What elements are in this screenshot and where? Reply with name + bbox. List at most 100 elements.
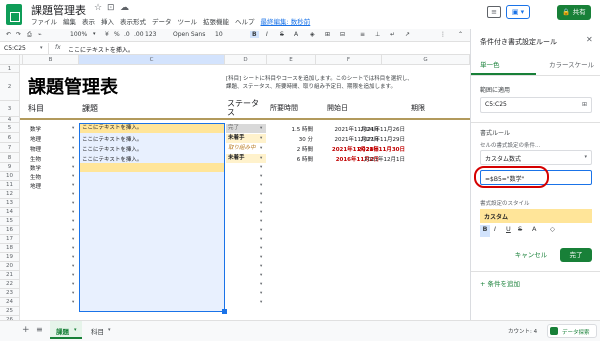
share-button[interactable]: 🔒 共有 [557,5,591,20]
increase-decimal-button[interactable]: .00 [134,31,144,38]
subject-dropdown-icon[interactable]: ▾ [72,126,74,131]
style-bold-button[interactable]: B [480,225,490,237]
subject-dropdown-icon[interactable]: ▾ [72,273,74,278]
status-dropdown-icon[interactable]: ▾ [260,156,262,161]
tab-color-scale[interactable]: カラースケール [549,59,594,69]
vertical-align-icon[interactable]: ⊥ [375,31,380,38]
font-select[interactable]: Open Sans [173,31,205,38]
header-status[interactable]: ステータス [227,99,261,117]
header-task[interactable]: 課題 [82,103,98,114]
select-all-corner[interactable] [0,55,20,65]
sheet-title[interactable]: 課題管理表 [28,73,118,99]
menu-edit[interactable]: 編集 [63,16,76,26]
subject-dropdown-icon[interactable]: ▾ [72,174,74,179]
row-header[interactable]: 2 [0,73,20,101]
status-dropdown-icon[interactable]: ▾ [260,126,262,131]
fill-color-icon[interactable]: ◈ [310,31,315,38]
decrease-decimal-button[interactable]: .0 [124,31,130,38]
row-header[interactable]: 5 [0,123,20,133]
cancel-button[interactable]: キャンセル [509,248,553,262]
text-wrap-icon[interactable]: ↵ [390,31,395,38]
zoom-select[interactable]: 100% [70,31,87,38]
status-dropdown-icon[interactable]: ▾ [260,136,262,141]
due-date-cell[interactable]: 2021年12月1日 [355,155,405,163]
collapse-toolbar-icon[interactable]: ⌃ [458,31,463,38]
strikethrough-button[interactable]: S [280,31,284,38]
subject-dropdown-icon[interactable]: ▾ [72,146,74,151]
subject-dropdown-icon[interactable]: ▾ [72,136,74,141]
status-dropdown-icon[interactable]: ▾ [260,300,262,305]
task-cell[interactable]: ここにテキストを挿入。 [82,145,142,153]
spreadsheet-grid[interactable]: B C D E F G 1 2 3 4 5 6 7 8 9 10 11 12 1… [0,55,470,320]
status-dropdown-icon[interactable]: ▾ [260,282,262,287]
range-input[interactable]: C5:C25 ⊞ [480,97,592,113]
menu-view[interactable]: 表示 [82,16,95,26]
subject-cell[interactable]: 物理 [30,145,41,153]
row-header[interactable]: 1 [0,65,20,73]
row-header[interactable]: 21 [0,271,20,280]
task-cell[interactable]: ここにテキストを挿入。 [82,155,142,163]
row-header[interactable]: 14 [0,208,20,217]
style-italic-button[interactable]: I [494,225,496,233]
column-header-d[interactable]: D [225,55,267,65]
status-dropdown-icon[interactable]: ▾ [260,237,262,242]
subject-dropdown-icon[interactable]: ▾ [72,228,74,233]
column-header-b[interactable]: B [23,55,79,65]
column-header-g[interactable]: G [382,55,470,65]
status-dropdown-icon[interactable]: ▾ [260,201,262,206]
menu-extensions[interactable]: 拡張機能 [203,16,229,26]
style-strike-button[interactable]: S [518,225,522,233]
header-hours[interactable]: 所要時間 [270,103,298,113]
explore-button[interactable]: データ探索 [547,324,597,338]
align-left-icon[interactable]: ≡ [360,31,365,38]
task-cell[interactable]: ここにテキストを挿入。 [82,135,142,143]
paint-format-icon[interactable]: ⌁ [38,31,42,38]
status-dropdown-icon[interactable]: ▾ [260,165,262,170]
due-date-cell[interactable]: 2021年11月26日 [355,125,406,133]
row-header[interactable]: 15 [0,217,20,226]
menu-tools[interactable]: ツール [178,16,198,26]
cloud-status-icon[interactable]: ☁ [120,3,129,13]
add-sheet-button[interactable]: + [22,325,30,335]
selection-count[interactable]: カウント: 4 [508,327,537,335]
status-dropdown-icon[interactable]: ▾ [260,146,262,151]
menu-data[interactable]: データ [152,16,172,26]
print-icon[interactable]: ⎙ [27,31,32,39]
style-underline-button[interactable]: U [506,225,511,233]
row-header[interactable]: 11 [0,181,20,190]
name-box[interactable]: C5:C25 [4,45,26,52]
text-rotation-icon[interactable]: ↗ [405,31,410,38]
comment-history-icon[interactable]: ≡ [487,6,501,18]
row-header[interactable]: 17 [0,235,20,244]
subject-dropdown-icon[interactable]: ▾ [72,300,74,305]
status-dropdown-icon[interactable]: ▾ [260,219,262,224]
header-subject[interactable]: 科目 [28,103,44,114]
row-header[interactable]: 23 [0,289,20,298]
task-cell[interactable]: ここにテキストを挿入。 [80,124,224,133]
menu-help[interactable]: ヘルプ [235,16,255,26]
subject-cell[interactable]: 数学 [30,125,41,133]
sheet-tab-subjects[interactable]: 科目 ▾ [88,321,120,339]
row-header[interactable]: 7 [0,143,20,153]
column-header-c[interactable]: C [79,55,225,65]
subject-cell[interactable]: 地理 [30,135,41,143]
undo-icon[interactable]: ↶ [6,31,11,38]
hours-cell[interactable]: 6 時間 [273,155,313,163]
header-start[interactable]: 開始日 [327,103,348,113]
number-format-select[interactable]: 123 [145,31,156,38]
row-header[interactable]: 25 [0,307,20,316]
subject-dropdown-icon[interactable]: ▾ [72,237,74,242]
due-date-cell[interactable]: 2021年11月30日 [355,145,405,153]
fill-handle[interactable] [222,309,227,314]
subject-dropdown-icon[interactable]: ▾ [72,255,74,260]
row-header[interactable]: 20 [0,262,20,271]
status-dropdown-icon[interactable]: ▾ [260,210,262,215]
task-cell-highlighted[interactable] [80,163,224,172]
subject-cell[interactable]: 生物 [30,173,41,181]
move-folder-icon[interactable]: ⊡ [107,3,115,13]
text-color-button[interactable]: A [294,31,298,38]
row-header[interactable]: 3 [0,101,20,117]
font-size-select[interactable]: 10 [215,31,223,38]
sheet-tab-tasks[interactable]: 課題 ▾ [50,321,82,339]
merge-cells-icon[interactable]: ⊟ [340,31,345,38]
